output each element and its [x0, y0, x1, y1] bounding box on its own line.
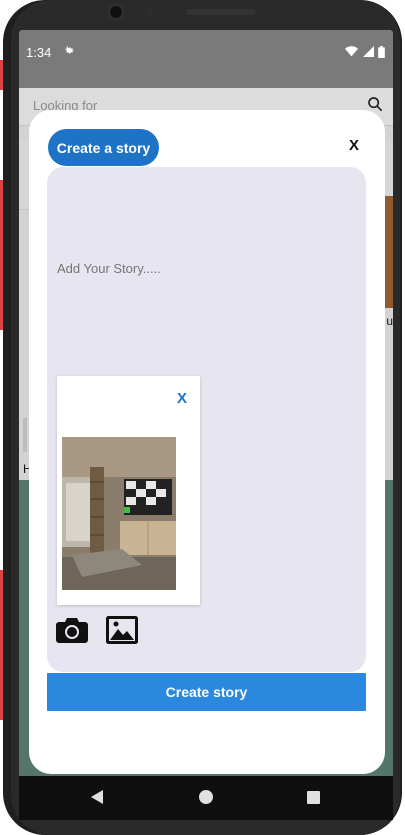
create-story-badge: Create a story [48, 129, 159, 166]
earpiece-speaker [186, 9, 256, 15]
status-time: 1:34 [26, 45, 52, 60]
room-photo-image [62, 437, 176, 590]
back-icon[interactable] [91, 790, 105, 809]
front-camera [108, 4, 124, 20]
home-icon[interactable] [199, 790, 213, 804]
story-composer: X [47, 167, 366, 672]
status-icons [345, 44, 385, 58]
background-block [23, 418, 27, 452]
close-modal-button[interactable]: X [344, 137, 364, 154]
signal-icon [362, 46, 374, 58]
status-bar: 1:34 [19, 30, 393, 88]
remove-image-button[interactable]: X [177, 390, 187, 407]
story-text-input[interactable] [57, 257, 347, 279]
screen: 1:34 Looking for u H Create a story X Ad… [19, 30, 393, 776]
camera-icon[interactable] [56, 616, 88, 644]
battery-icon [378, 45, 385, 58]
gear-icon [63, 43, 75, 59]
create-story-button[interactable]: Create story [47, 673, 366, 711]
background-card-label: u [386, 314, 393, 328]
image-icon[interactable] [106, 616, 138, 644]
wifi-icon [345, 46, 359, 57]
create-story-modal: Create a story X X [29, 110, 385, 774]
system-navigation-bar [19, 776, 393, 820]
device-stage: 1:34 Looking for u H Create a story X Ad… [0, 0, 405, 835]
sensor [146, 5, 152, 19]
recents-icon[interactable] [307, 791, 320, 804]
image-preview-card: X [57, 376, 200, 605]
